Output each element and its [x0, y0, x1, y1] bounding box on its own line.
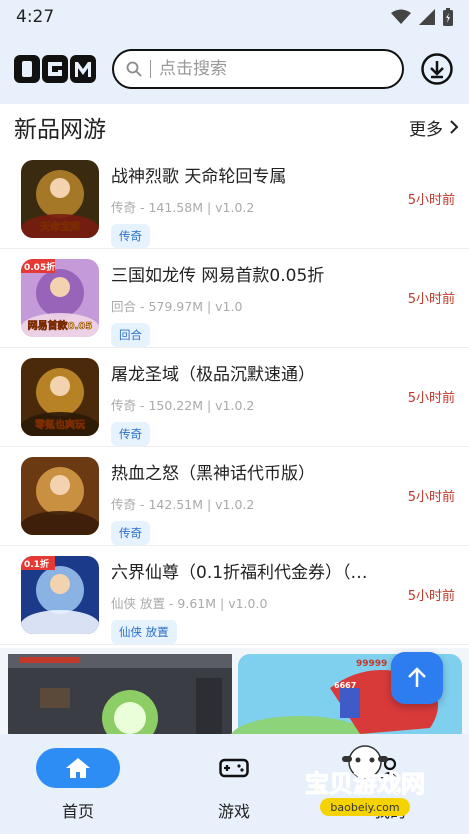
search-icon — [126, 61, 142, 77]
game-tag[interactable]: 仙侠 放置 — [111, 620, 177, 644]
update-time: 5小时前 — [407, 292, 455, 307]
game-icon: 网易首款0.05 0.05折 — [21, 259, 99, 337]
banner-hp-2: 6667 — [334, 681, 356, 690]
game-title: 热血之怒（黑神话代币版） — [111, 464, 315, 484]
battery-icon — [443, 8, 453, 26]
game-tag[interactable]: 回合 — [111, 323, 150, 347]
update-time: 5小时前 — [407, 193, 455, 208]
game-list-item[interactable]: 零氪也爽玩 屠龙圣域（极品沉默速通） 传奇 - 150.22M | v1.0.2… — [0, 348, 469, 447]
game-tag[interactable]: 传奇 — [111, 521, 150, 545]
signal-icon — [419, 9, 435, 25]
svg-text:零氪也爽玩: 零氪也爽玩 — [34, 418, 85, 431]
game-list-item[interactable]: 0.1折 六界仙尊（0.1折福利代金券）（… 仙侠 放置 - 9.61M | v… — [0, 546, 469, 645]
svg-text:0.1折: 0.1折 — [24, 558, 49, 570]
watermark-text: 宝贝游戏网 — [305, 770, 425, 798]
wifi-icon — [391, 9, 411, 24]
svg-text:天命宝库: 天命宝库 — [40, 220, 80, 233]
tab-home[interactable]: 首页 — [0, 748, 156, 834]
game-tag[interactable]: 传奇 — [111, 422, 150, 446]
tab-games[interactable]: 游戏 — [156, 748, 312, 834]
system-icons — [391, 8, 453, 26]
svg-text:0.05折: 0.05折 — [24, 261, 55, 273]
search-bar[interactable] — [112, 49, 404, 89]
game-title: 战神烈歌 天命轮回专属 — [111, 167, 287, 187]
download-icon — [421, 53, 453, 85]
download-manager-button[interactable] — [420, 52, 454, 86]
update-time: 5小时前 — [407, 490, 455, 505]
tab-games-pill — [192, 748, 276, 788]
section-header: 新品网游 更多 — [0, 104, 469, 150]
banner-card-left[interactable] — [8, 654, 232, 734]
home-icon — [66, 758, 90, 778]
svg-text:网易首款0.05: 网易首款0.05 — [28, 319, 93, 332]
update-time: 5小时前 — [407, 589, 455, 604]
arrow-up-icon — [408, 667, 426, 687]
game-icon — [21, 457, 99, 535]
status-bar: 4:27 — [0, 0, 469, 34]
banner-hp-1: 99999 — [356, 659, 387, 669]
game-list-item[interactable]: 网易首款0.05 0.05折 三国如龙传 网易首款0.05折 回合 - 579.9… — [0, 249, 469, 348]
game-icon: 零氪也爽玩 — [21, 358, 99, 436]
game-title: 六界仙尊（0.1折福利代金券）（… — [111, 563, 368, 583]
search-divider — [150, 60, 151, 78]
game-list-item[interactable]: 天命宝库 战神烈歌 天命轮回专属 传奇 - 141.58M | v1.0.2 传… — [0, 150, 469, 249]
game-title: 屠龙圣域（极品沉默速通） — [111, 365, 315, 385]
scroll-to-top-button[interactable] — [391, 652, 443, 704]
game-title: 三国如龙传 网易首款0.05折 — [111, 266, 325, 286]
tab-label: 游戏 — [217, 802, 250, 821]
tab-label: 首页 — [61, 802, 94, 821]
app-logo[interactable] — [14, 55, 96, 83]
game-list-item[interactable]: 热血之怒（黑神话代币版） 传奇 - 142.51M | v1.0.2 传奇 5小… — [0, 447, 469, 546]
more-link[interactable]: 更多 — [409, 115, 459, 140]
watermark-logo: 宝贝游戏网 baobeiy.com — [290, 740, 440, 826]
app-header — [0, 34, 469, 104]
game-tag[interactable]: 传奇 — [111, 224, 150, 248]
tab-home-pill — [36, 748, 120, 788]
game-icon: 天命宝库 — [21, 160, 99, 238]
chevron-right-icon — [450, 120, 459, 134]
clock: 4:27 — [16, 7, 55, 27]
game-icon: 0.1折 — [21, 556, 99, 634]
search-input[interactable] — [159, 59, 359, 79]
game-list: 天命宝库 战神烈歌 天命轮回专属 传奇 - 141.58M | v1.0.2 传… — [0, 150, 469, 645]
watermark-url: baobeiy.com — [330, 801, 399, 814]
section-title: 新品网游 — [14, 117, 106, 143]
gamepad-icon — [219, 758, 249, 778]
update-time: 5小时前 — [407, 391, 455, 406]
more-label: 更多 — [409, 119, 443, 140]
